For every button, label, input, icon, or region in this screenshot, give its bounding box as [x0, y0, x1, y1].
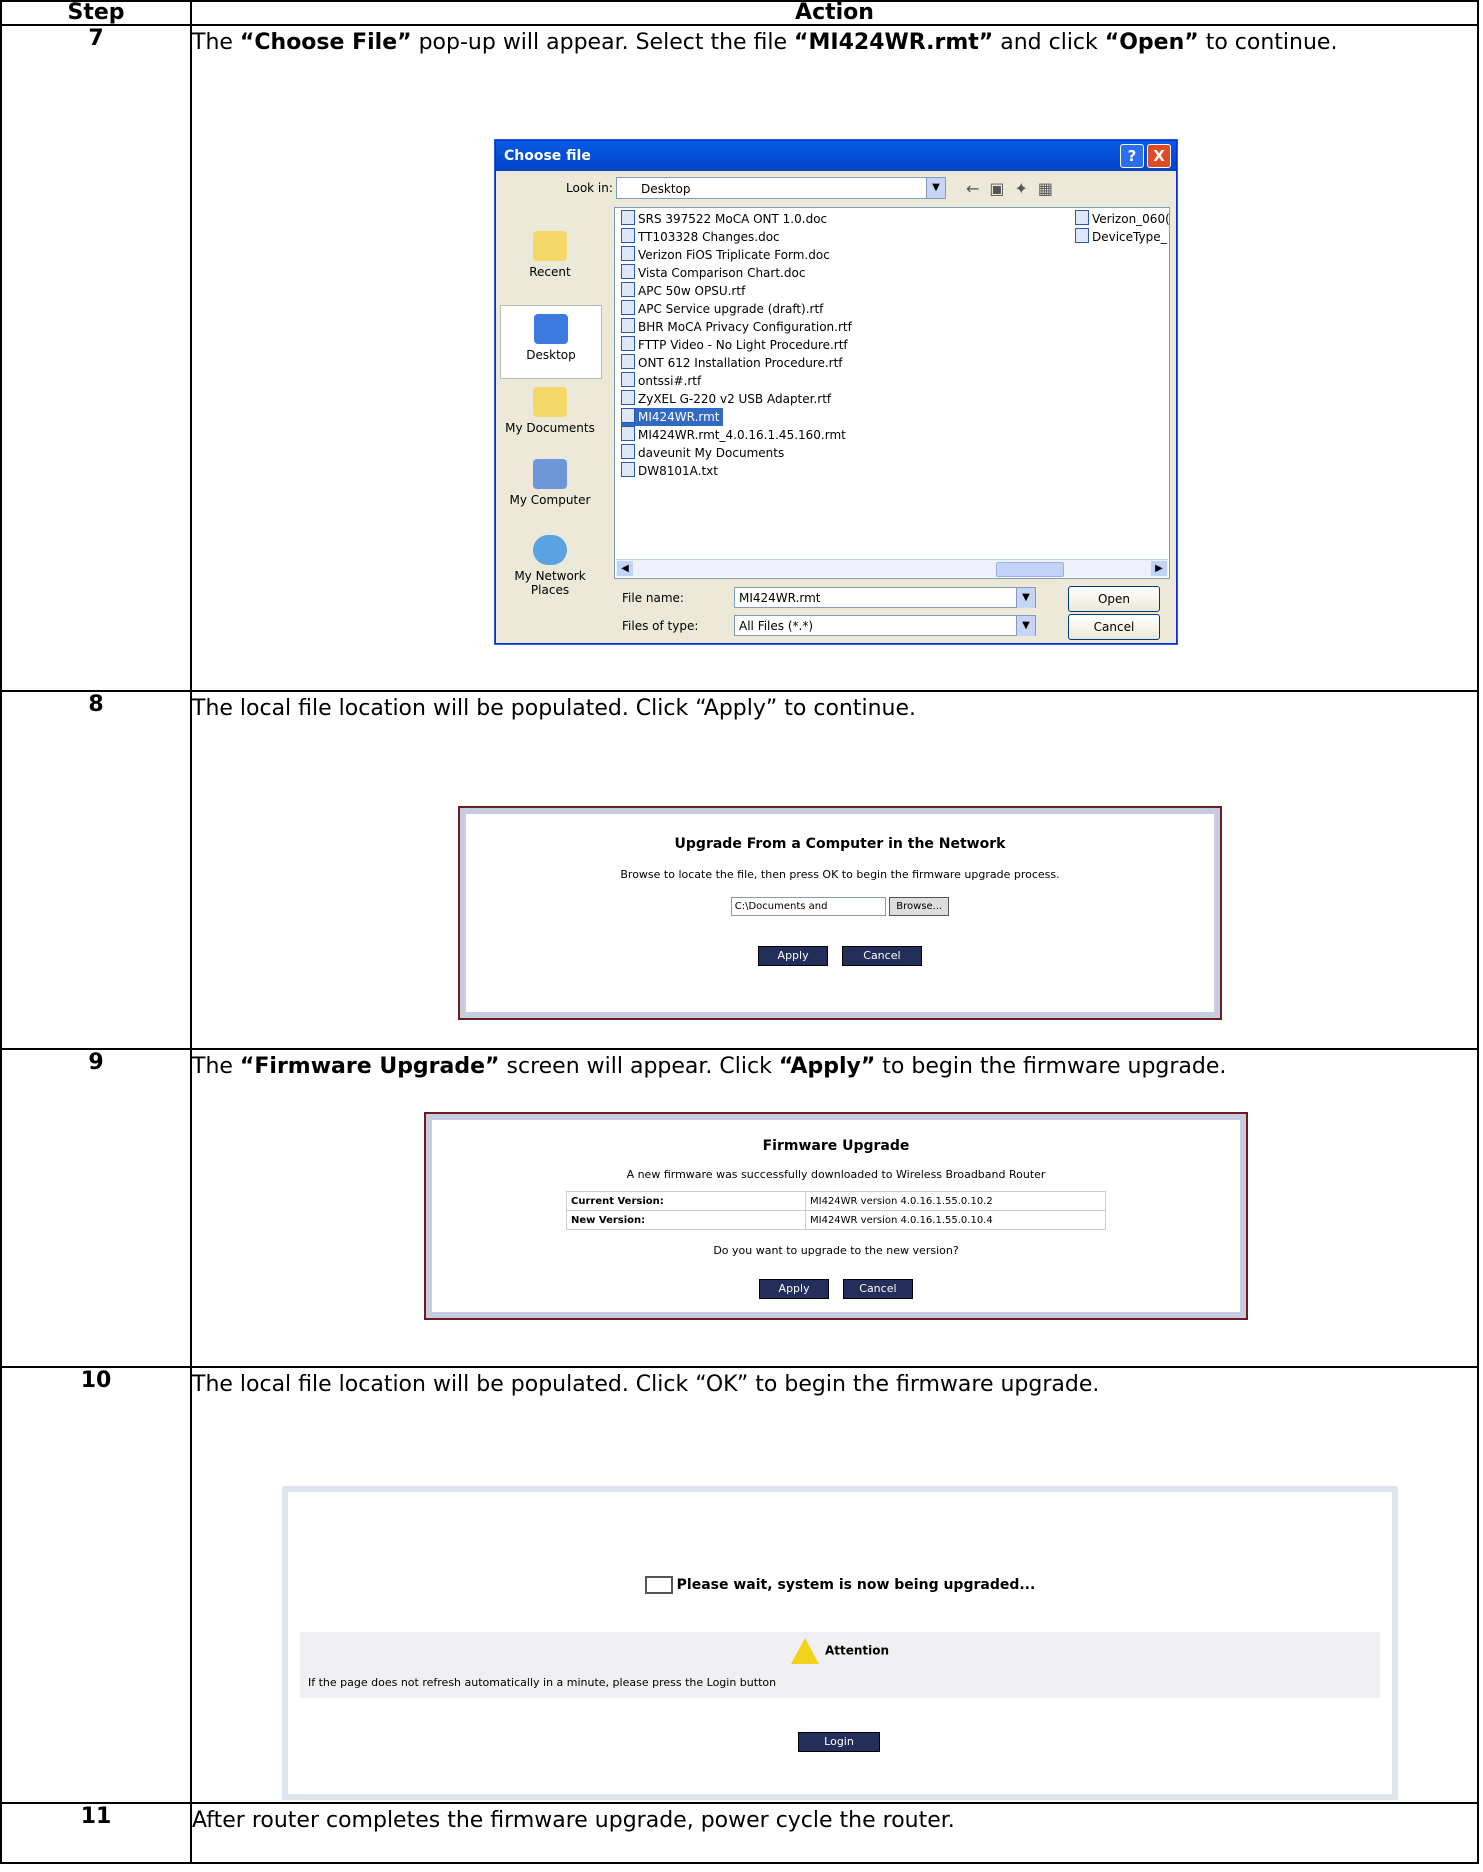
look-in-select[interactable]: Desktop ▼ [616, 177, 946, 199]
place-recent[interactable]: Recent [500, 231, 600, 279]
place-my-documents[interactable]: My Documents [500, 387, 600, 435]
file-type-select[interactable]: All Files (*.*) ▼ [734, 615, 1036, 636]
list-item[interactable]: Verizon_060( [1075, 210, 1170, 228]
action-text: The local file location will be populate… [192, 1372, 1100, 1397]
cancel-button[interactable]: Cancel [1068, 614, 1160, 640]
upgrade-question: Do you want to upgrade to the new versio… [713, 1244, 959, 1257]
action-text: The “Firmware Upgrade” screen will appea… [192, 1054, 1227, 1079]
scroll-thumb[interactable] [996, 562, 1064, 577]
chevron-down-icon[interactable]: ▼ [1016, 588, 1035, 608]
step-number: 8 [0, 690, 192, 1050]
action-text: After router completes the firmware upgr… [192, 1808, 955, 1833]
current-version-label: Current Version: [566, 1191, 806, 1211]
place-my-network[interactable]: My Network Places [500, 535, 600, 597]
toolbar-icons[interactable]: ←▣✦▦ [966, 179, 1063, 198]
router-logo-icon [644, 1576, 673, 1594]
attention-note: If the page does not refresh automatical… [308, 1676, 777, 1689]
open-button[interactable]: Open [1068, 586, 1160, 612]
list-item[interactable]: daveunit My Documents [621, 444, 787, 462]
list-item[interactable]: FTTP Video - No Light Procedure.rtf [621, 336, 851, 354]
procedure-document: Step Action 7 The “Choose File” pop-up w… [0, 0, 1483, 1872]
file-name-input[interactable]: MI424WR.rmt ▼ [734, 587, 1036, 608]
login-button[interactable]: Login [798, 1732, 880, 1752]
folder-icon [533, 231, 567, 261]
list-item[interactable]: DeviceType_ [1075, 228, 1167, 246]
file-path-row: C:\Documents and Settings\v31 Browse... [466, 897, 1214, 916]
table-row: Current Version: MI424WR version 4.0.16.… [566, 1191, 1106, 1211]
place-desktop[interactable]: Desktop [500, 305, 602, 379]
file-path-input[interactable]: C:\Documents and Settings\v31 [730, 897, 886, 916]
dialog-title: Choose file [504, 148, 591, 164]
button-row: Apply Cancel [432, 1279, 1240, 1299]
scroll-right-icon[interactable]: ▶ [1151, 561, 1167, 576]
look-in-label: Look in: [566, 181, 613, 195]
list-item[interactable]: APC Service upgrade (draft).rtf [621, 300, 826, 318]
firmware-upgrade-panel: Firmware Upgrade A new firmware was succ… [424, 1112, 1248, 1320]
header-step: Step [0, 0, 192, 26]
list-item[interactable]: SRS 397522 MoCA ONT 1.0.doc [621, 210, 830, 228]
action-text: The local file location will be populate… [192, 696, 917, 721]
step-number: 7 [0, 24, 192, 692]
panel-title: Firmware Upgrade [762, 1138, 910, 1154]
dialog-titlebar: Choose file ? X [496, 141, 1176, 171]
action-text: The “Choose File” pop-up will appear. Se… [192, 30, 1338, 55]
place-my-computer[interactable]: My Computer [500, 459, 600, 507]
scroll-left-icon[interactable]: ◀ [617, 561, 633, 576]
horizontal-scrollbar[interactable]: ◀ ▶ [616, 559, 1168, 577]
look-in-value: Desktop [641, 182, 691, 196]
header-action: Action [190, 0, 1479, 26]
browse-button[interactable]: Browse... [889, 897, 950, 916]
table-row: New Version: MI424WR version 4.0.16.1.55… [566, 1210, 1106, 1230]
apply-button[interactable]: Apply [758, 946, 829, 966]
step-number: 10 [0, 1366, 192, 1804]
network-icon [533, 535, 567, 565]
list-item[interactable]: DW8101A.txt [621, 462, 721, 480]
step-number: 9 [0, 1048, 192, 1368]
step-number: 11 [0, 1802, 192, 1864]
close-button[interactable]: X [1147, 144, 1171, 168]
choose-file-dialog: Choose file ? X Look in: Desktop ▼ ←▣✦▦ … [495, 140, 1177, 644]
desktop-icon [534, 314, 568, 344]
new-version-value: MI424WR version 4.0.16.1.55.0.10.4 [805, 1210, 1106, 1230]
attention-title: Attention [300, 1638, 1380, 1664]
panel-title: Upgrade From a Computer in the Network [674, 836, 1006, 852]
panel-description: Browse to locate the file, then press OK… [620, 868, 1060, 881]
upgrade-from-computer-panel: Upgrade From a Computer in the Network B… [458, 806, 1222, 1020]
places-bar: Recent Desktop My Documents My Computer … [500, 209, 602, 629]
chevron-down-icon[interactable]: ▼ [926, 178, 945, 198]
upgrade-progress-panel: Please wait, system is now being upgrade… [282, 1486, 1398, 1800]
new-version-label: New Version: [566, 1210, 806, 1230]
documents-folder-icon [533, 387, 567, 417]
current-version-value: MI424WR version 4.0.16.1.55.0.10.2 [805, 1191, 1106, 1211]
attention-box: Attention If the page does not refresh a… [300, 1632, 1380, 1698]
cancel-button[interactable]: Cancel [841, 946, 922, 966]
computer-icon [533, 459, 567, 489]
file-name-label: File name: [622, 591, 684, 605]
button-row: Apply Cancel [466, 946, 1214, 966]
list-item[interactable]: MI424WR.rmt_4.0.16.1.45.160.rmt [621, 426, 849, 444]
cancel-button[interactable]: Cancel [842, 1279, 913, 1299]
version-table: Current Version: MI424WR version 4.0.16.… [566, 1191, 1106, 1230]
list-item[interactable]: TT103328 Changes.doc [621, 228, 783, 246]
list-item[interactable]: BHR MoCA Privacy Configuration.rtf [621, 318, 855, 336]
list-item[interactable]: ZyXEL G-220 v2 USB Adapter.rtf [621, 390, 834, 408]
list-item[interactable]: Vista Comparison Chart.doc [621, 264, 808, 282]
list-item[interactable]: ONT 612 Installation Procedure.rtf [621, 354, 846, 372]
warning-icon [790, 1638, 819, 1664]
list-item[interactable]: APC 50w OPSU.rtf [621, 282, 748, 300]
list-item[interactable]: ontssi#.rtf [621, 372, 704, 390]
chevron-down-icon[interactable]: ▼ [1016, 616, 1035, 636]
file-type-label: Files of type: [622, 619, 699, 633]
action-cell: After router completes the firmware upgr… [190, 1802, 1479, 1864]
wait-message: Please wait, system is now being upgrade… [288, 1576, 1392, 1594]
apply-button[interactable]: Apply [759, 1279, 830, 1299]
panel-description: A new firmware was successfully download… [626, 1168, 1046, 1181]
help-button[interactable]: ? [1120, 144, 1144, 168]
list-item[interactable]: Verizon FiOS Triplicate Form.doc [621, 246, 833, 264]
file-list: SRS 397522 MoCA ONT 1.0.doc TT103328 Cha… [614, 207, 1170, 579]
list-item-selected[interactable]: MI424WR.rmt [621, 408, 723, 426]
